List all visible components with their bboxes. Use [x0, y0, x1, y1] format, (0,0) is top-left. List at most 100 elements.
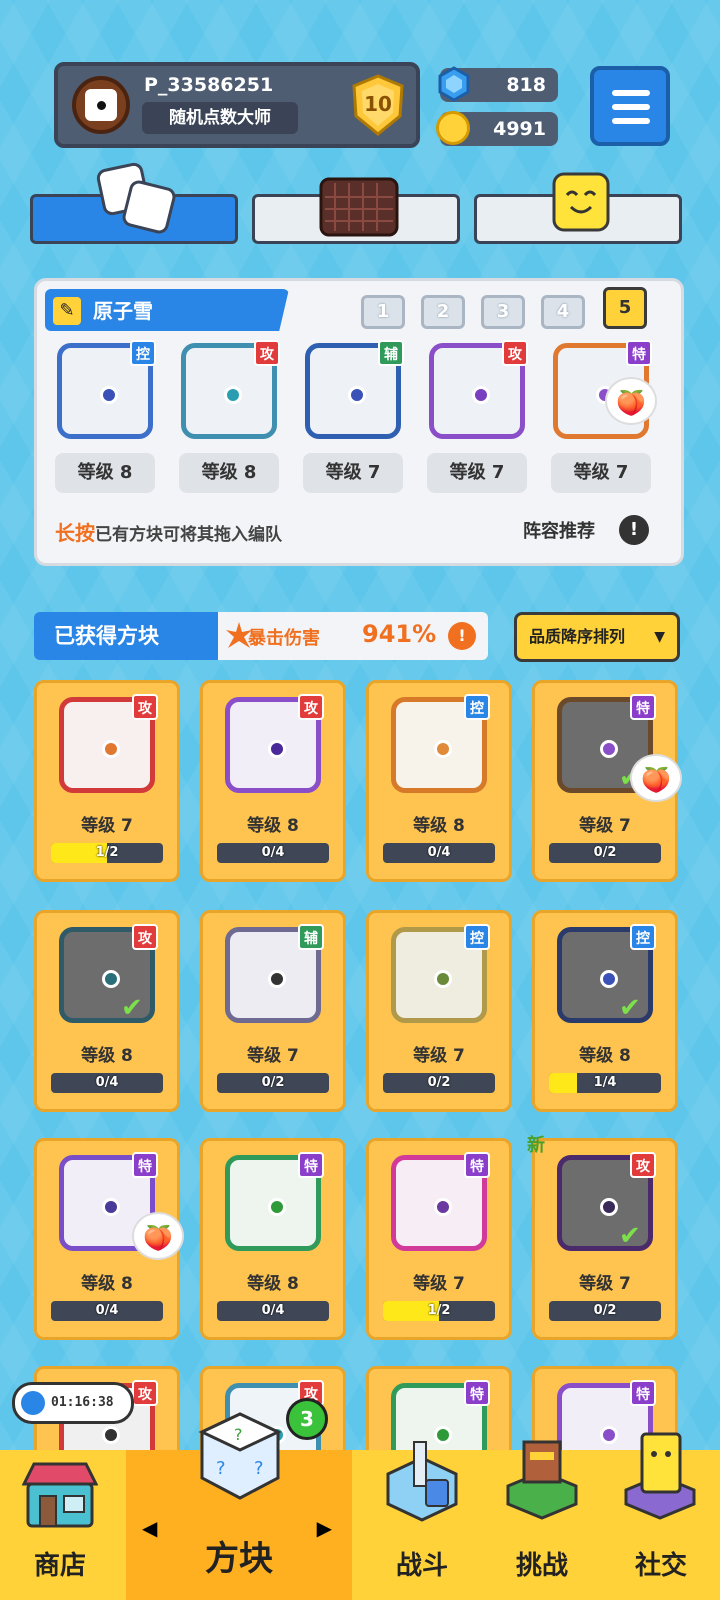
- new-badge: 新: [527, 1135, 545, 1156]
- nav-shop[interactable]: 商店: [0, 1450, 120, 1600]
- nav-battle[interactable]: 战斗: [364, 1441, 480, 1600]
- dice-pip: [102, 1426, 120, 1444]
- upgrade-progress-bar: 1/2: [51, 843, 163, 863]
- gem-icon: [436, 66, 472, 102]
- role-tag: 特: [132, 1152, 158, 1178]
- role-tag: 控: [464, 924, 490, 950]
- dice-pip: [600, 1198, 618, 1216]
- card-level: 等级 7: [579, 816, 631, 836]
- avatar: [72, 76, 130, 134]
- deck-dice-1[interactable]: 控: [57, 340, 156, 439]
- social-icon: [624, 1432, 696, 1520]
- tab-emote[interactable]: [474, 172, 682, 244]
- dice-pip: [600, 1426, 618, 1444]
- deck-dice-2[interactable]: 攻: [181, 340, 280, 439]
- card-level: 等级 7: [247, 1046, 299, 1066]
- hint-text: 已有方块可将其拖入编队: [95, 525, 282, 545]
- rank-number: 10: [364, 92, 392, 116]
- dice-card[interactable]: 辅等级 7 0/2: [200, 910, 346, 1112]
- drag-hint: 长按已有方块可将其拖入编队: [55, 517, 282, 546]
- nav-battle-label: 战斗: [395, 1551, 448, 1581]
- dice-pair-icon: [96, 162, 176, 234]
- dice-pip: [268, 1198, 286, 1216]
- peach-bubble-icon: 🍑: [605, 377, 657, 425]
- dice-card[interactable]: 特等级 7 1/2: [366, 1138, 512, 1340]
- deck-slot-2[interactable]: 2: [421, 295, 465, 329]
- profile-panel[interactable]: P_33586251 随机点数大师 10: [54, 62, 420, 148]
- challenge-icon: [506, 1440, 578, 1520]
- progress-text: 0/4: [427, 845, 451, 860]
- dice-avatar-icon: [85, 89, 117, 121]
- progress-text: 0/4: [95, 1303, 119, 1318]
- owned-dice-label: 已获得方块: [34, 612, 220, 660]
- role-tag: 攻: [132, 694, 158, 720]
- upgrade-progress-bar: 1/4: [549, 1073, 661, 1093]
- nav-challenge[interactable]: 挑战: [484, 1440, 600, 1600]
- gem-counter[interactable]: 818: [438, 66, 558, 102]
- progress-text: 0/4: [261, 845, 285, 860]
- role-tag: 特: [464, 1380, 490, 1406]
- progress-text: 0/2: [593, 1303, 617, 1318]
- deck-slot-5[interactable]: 5: [603, 287, 647, 329]
- deck-dice-level: 等级 8: [179, 453, 279, 493]
- deck-name-banner[interactable]: ✎ 原子雪: [45, 289, 289, 331]
- card-level: 等级 8: [413, 816, 465, 836]
- dice-card[interactable]: 攻等级 7 1/2: [34, 680, 180, 882]
- upgrade-progress-bar: 0/2: [549, 843, 661, 863]
- progress-text: 0/2: [427, 1075, 451, 1090]
- dice-card[interactable]: 控 ✔ 等级 8 1/4: [532, 910, 678, 1112]
- dice-pip: [434, 1198, 452, 1216]
- avatar-pip: [97, 101, 106, 110]
- dice-pip: [472, 386, 490, 404]
- dice-pip: [100, 386, 118, 404]
- dice-card[interactable]: 特等级 8 0/4: [200, 1138, 346, 1340]
- role-tag: 攻: [132, 924, 158, 950]
- role-tag: 攻: [254, 340, 280, 366]
- deck-slot-4[interactable]: 4: [541, 295, 585, 329]
- role-tag: 特: [298, 1152, 324, 1178]
- progress-text: 1/2: [95, 845, 119, 860]
- dice-card[interactable]: 攻 ✔ 等级 8 0/4: [34, 910, 180, 1112]
- recommend-button[interactable]: 阵容推荐: [523, 517, 595, 543]
- info-icon[interactable]: !: [619, 515, 649, 545]
- deck-panel: ✎ 原子雪 1 2 3 4 5 控等级 8 攻等级 8 辅等级 7 攻等级 7 特 🍑 等级…: [34, 278, 684, 566]
- deck-dice-level: 等级 8: [55, 453, 155, 493]
- progress-text: 0/4: [95, 1075, 119, 1090]
- dice-pip: [348, 386, 366, 404]
- sort-dropdown[interactable]: 品质降序排列 ▼: [514, 612, 680, 662]
- deck-slot-3[interactable]: 3: [481, 295, 525, 329]
- deck-dice-3[interactable]: 辅: [305, 340, 404, 439]
- menu-button[interactable]: [590, 66, 670, 146]
- hint-highlight: 长按: [55, 521, 95, 545]
- nav-social[interactable]: 社交: [602, 1432, 720, 1600]
- dice-card[interactable]: 控等级 8 0/4: [366, 680, 512, 882]
- upgrade-progress-bar: 0/2: [383, 1073, 495, 1093]
- player-title: 随机点数大师: [142, 102, 298, 134]
- crit-damage-value: 941%: [362, 620, 437, 648]
- tab-dice[interactable]: [30, 162, 238, 244]
- deck-dice-4[interactable]: 攻: [429, 340, 528, 439]
- dropdown-triangle-icon: ▼: [654, 629, 665, 645]
- coin-counter[interactable]: 4991: [436, 111, 558, 146]
- dice-face: 控: [391, 694, 490, 793]
- pencil-icon[interactable]: ✎: [53, 297, 81, 325]
- upgrade-progress-bar: 0/2: [549, 1301, 661, 1321]
- deck-name: 原子雪: [93, 299, 153, 323]
- dice-card[interactable]: 攻 ✔ 新等级 7 0/2: [527, 1135, 678, 1340]
- role-tag: 特: [630, 694, 656, 720]
- svg-text:?: ?: [216, 1458, 226, 1479]
- bottom-nav: 商店 ? ? ? ◀ ▶ 方块 战斗 挑战 社交: [0, 1412, 720, 1600]
- role-tag: 特: [626, 340, 652, 366]
- tab-board[interactable]: [252, 177, 460, 244]
- menu-icon: [612, 90, 650, 96]
- crit-info-icon[interactable]: !: [448, 622, 476, 650]
- dice-pip: [102, 740, 120, 758]
- nav-dice[interactable]: ? ? ? ◀ ▶ 方块: [126, 1412, 352, 1600]
- deck-slot-1[interactable]: 1: [361, 295, 405, 329]
- deck-dice-level: 等级 7: [427, 453, 527, 493]
- dice-card[interactable]: 攻等级 8 0/4: [200, 680, 346, 882]
- dice-card[interactable]: 控等级 7 0/2: [366, 910, 512, 1112]
- dice-face: 辅: [225, 924, 324, 1023]
- svg-text:?: ?: [254, 1458, 264, 1479]
- upgrade-progress-bar: 1/2: [383, 1301, 495, 1321]
